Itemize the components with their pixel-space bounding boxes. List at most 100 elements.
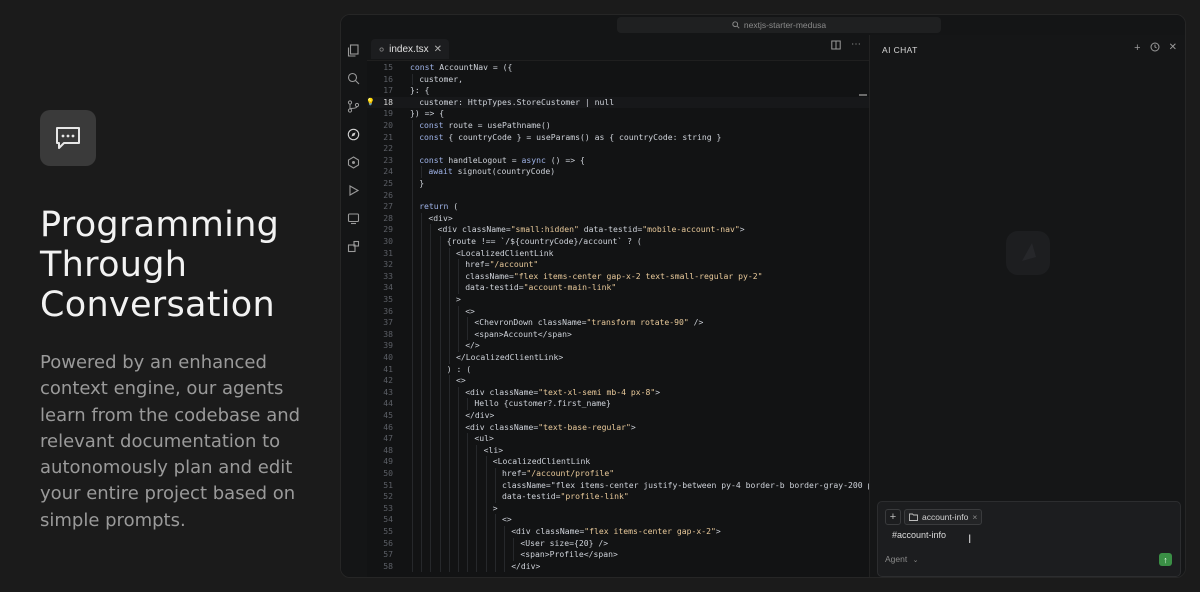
code-line[interactable]: 26 <box>367 190 869 202</box>
code-line[interactable]: 29 <div className="small:hidden" data-tes… <box>367 224 869 236</box>
code-line[interactable]: 16 customer, <box>367 74 869 86</box>
add-context-button[interactable]: + <box>885 509 901 525</box>
code-text: className="flex items-center gap-x-2 tex… <box>465 270 763 281</box>
line-number: 21 <box>383 131 393 142</box>
code-text: ) : ( <box>446 363 472 374</box>
remove-chip-icon[interactable]: × <box>972 512 977 522</box>
chat-input[interactable]: #account-info <box>892 530 946 540</box>
code-line[interactable]: 20 const route = usePathname() <box>367 120 869 132</box>
code-line[interactable]: 42 <> <box>367 375 869 387</box>
assistant-logo <box>1006 231 1050 275</box>
code-line[interactable]: 50 href="/account/profile" <box>367 468 869 480</box>
code-line[interactable]: 41) : ( <box>367 364 869 376</box>
code-line[interactable]: 24 await signout(countryCode) <box>367 166 869 178</box>
code-line[interactable]: 37 <ChevronDown className="transform rota… <box>367 317 869 329</box>
tab-index-tsx[interactable]: index.tsx ✕ <box>371 39 449 59</box>
code-line[interactable]: 36 <> <box>367 306 869 318</box>
line-number: 48 <box>383 444 393 455</box>
code-line[interactable]: 51 className="flex items-center justify-b… <box>367 480 869 492</box>
line-number: 44 <box>383 398 393 409</box>
code-line[interactable]: 34 data-testid="account-main-link" <box>367 282 869 294</box>
code-line[interactable]: 43 <div className="text-xl-semi mb-4 px-8… <box>367 387 869 399</box>
text-cursor-icon: I <box>968 532 972 546</box>
code-line[interactable]: 23 const handleLogout = async () => { <box>367 155 869 167</box>
code-line[interactable]: 35 > <box>367 294 869 306</box>
search-icon[interactable] <box>346 71 361 86</box>
code-line[interactable]: 27 return ( <box>367 201 869 213</box>
context-chip[interactable]: account-info × <box>904 509 983 525</box>
new-chat-icon[interactable]: + <box>1134 42 1140 55</box>
code-line[interactable]: 18💡customer: HttpTypes.StoreCustomer | n… <box>367 96 869 109</box>
code-line[interactable]: 54 <> <box>367 514 869 526</box>
close-icon[interactable]: ✕ <box>434 44 442 55</box>
send-button[interactable]: ↑ <box>1159 553 1172 566</box>
line-number: 16 <box>383 73 393 84</box>
code-line[interactable]: 33 className="flex items-center gap-x-2 t… <box>367 271 869 283</box>
close-panel-icon[interactable]: ✕ <box>1169 42 1177 55</box>
lightbulb-icon[interactable]: 💡 <box>367 97 375 109</box>
code-line[interactable]: 32 href="/account" <box>367 259 869 271</box>
mode-selector[interactable]: Agent ⌄ <box>885 554 918 564</box>
line-number: 17 <box>383 85 393 96</box>
line-number: 52 <box>383 491 393 502</box>
files-icon[interactable] <box>346 43 361 58</box>
code-text: <span>Profile</span> <box>520 549 618 560</box>
mcp-icon[interactable] <box>346 155 361 170</box>
command-search[interactable]: nextjs-starter-medusa <box>617 17 941 33</box>
chat-composer[interactable]: + account-info × #account-info I Agent ⌄… <box>877 501 1181 577</box>
code-line[interactable]: 38 <span>Account</span> <box>367 329 869 341</box>
remote-icon[interactable] <box>346 211 361 226</box>
code-line[interactable]: 39 </> <box>367 340 869 352</box>
code-line[interactable]: 22 <box>367 143 869 155</box>
mode-label: Agent <box>885 554 908 564</box>
code-line[interactable]: 48 <li> <box>367 445 869 457</box>
extensions-icon[interactable] <box>346 239 361 254</box>
code-line[interactable]: 56 <User size={20} /> <box>367 538 869 550</box>
code-text: await signout(countryCode) <box>428 166 556 177</box>
line-number: 35 <box>383 294 393 304</box>
code-line[interactable]: 52 data-testid="profile-link" <box>367 491 869 503</box>
code-line[interactable]: 49 <LocalizedClientLink <box>367 456 869 468</box>
code-line[interactable]: 28 <div> <box>367 213 869 225</box>
split-editor-icon[interactable] <box>831 40 841 53</box>
code-text: <li> <box>483 444 504 455</box>
code-text: </div> <box>465 410 495 420</box>
code-editor[interactable]: 15 const AccountNav = ({16 customer, 17}: {… <box>367 61 869 577</box>
code-text: > <box>492 502 498 513</box>
history-icon[interactable] <box>1150 42 1160 55</box>
code-text: data-testid="profile-link" <box>502 491 629 502</box>
code-line[interactable]: 53 > <box>367 503 869 515</box>
code-line[interactable]: 19}) => { <box>367 108 869 120</box>
scrollbar-marker[interactable] <box>859 94 867 97</box>
code-line[interactable]: 46 <div className="text-base-regular"> <box>367 422 869 434</box>
line-number: 32 <box>383 259 393 270</box>
code-line[interactable]: 30 {route !== `/${countryCode}/account` ?… <box>367 236 869 248</box>
code-line[interactable]: 21 const { countryCode } = useParams() as… <box>367 132 869 144</box>
code-text: <div className="small:hidden" data-testi… <box>437 224 745 235</box>
line-number: 26 <box>383 189 393 200</box>
code-line[interactable]: 44 Hello {customer?.first_name} <box>367 398 869 410</box>
code-text: <span>Account</span> <box>474 328 572 339</box>
run-debug-icon[interactable] <box>346 183 361 198</box>
more-actions-icon[interactable]: ⋯ <box>851 40 861 53</box>
code-line[interactable]: 40 </LocalizedClientLink> <box>367 352 869 364</box>
code-line[interactable]: 17}: { <box>367 85 869 97</box>
code-line[interactable]: 45 </div> <box>367 410 869 422</box>
line-number: 15 <box>383 62 393 72</box>
code-text: <ul> <box>474 433 494 444</box>
code-text: } <box>419 178 425 188</box>
code-line[interactable]: 55 <div className="flex items-center gap-… <box>367 526 869 538</box>
line-number: 29 <box>383 224 393 235</box>
title-bar: nextjs-starter-medusa <box>341 15 1185 35</box>
context-chip-label: account-info <box>922 512 969 522</box>
code-line[interactable]: 58 </div> <box>367 561 869 573</box>
source-control-icon[interactable] <box>346 99 361 114</box>
code-line[interactable]: 25} <box>367 178 869 190</box>
code-line[interactable]: 31 <LocalizedClientLink <box>367 248 869 260</box>
code-line[interactable]: 47 <ul> <box>367 433 869 445</box>
code-text: </div> <box>511 560 541 571</box>
chat-bubble-icon <box>40 110 96 166</box>
compass-icon[interactable] <box>346 127 361 142</box>
code-line[interactable]: 57 <span>Profile</span> <box>367 549 869 561</box>
code-line[interactable]: 15 const AccountNav = ({ <box>367 62 869 74</box>
